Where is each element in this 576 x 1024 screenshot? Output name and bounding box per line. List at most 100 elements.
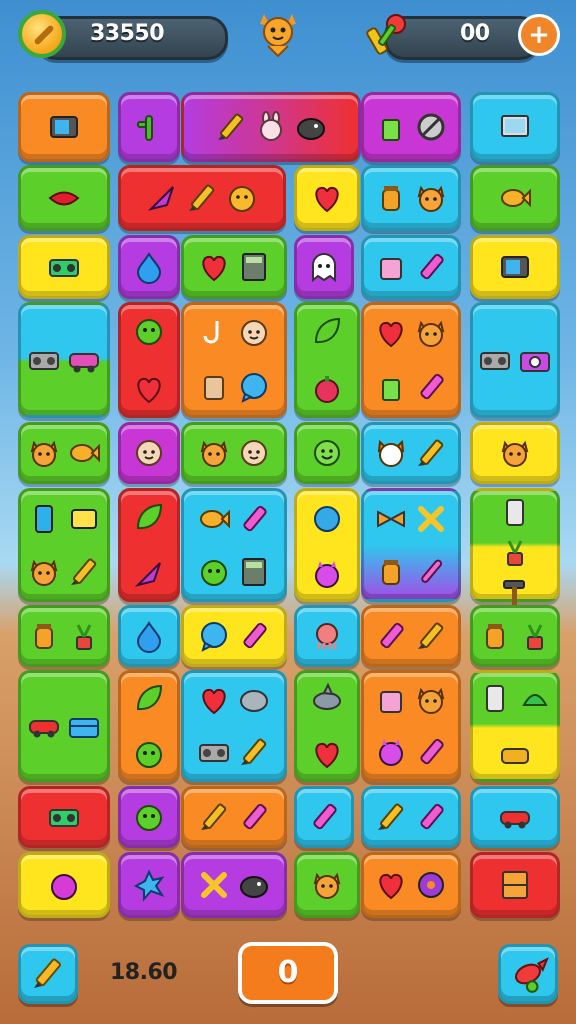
tile[interactable] [470, 422, 560, 484]
radio-icon [29, 352, 59, 370]
heart-icon [379, 873, 403, 900]
tile[interactable] [294, 488, 360, 602]
tile[interactable] [470, 488, 560, 643]
plant-icon [527, 624, 543, 650]
cat-icon [417, 320, 445, 347]
tile[interactable] [294, 235, 354, 299]
tile[interactable] [118, 235, 180, 299]
leaf-icon [136, 503, 163, 529]
tile[interactable] [118, 302, 180, 418]
jar-icon [486, 624, 504, 649]
tile[interactable] [118, 670, 180, 782]
tile[interactable] [118, 852, 180, 918]
add-keys-button[interactable]: + [518, 14, 560, 56]
pencil-icon [418, 439, 444, 466]
tile[interactable] [361, 488, 461, 602]
face-icon [136, 440, 162, 466]
leaf-icon [136, 684, 163, 711]
tile[interactable] [181, 852, 287, 918]
tile[interactable] [18, 852, 110, 918]
tile[interactable] [118, 422, 180, 484]
tv-icon [50, 116, 78, 138]
tile[interactable] [470, 670, 560, 782]
tile[interactable] [470, 852, 560, 918]
tile[interactable] [294, 852, 360, 918]
tile[interactable] [18, 488, 110, 602]
tile[interactable] [18, 235, 110, 299]
tile[interactable] [118, 605, 180, 667]
tile[interactable] [181, 605, 287, 667]
tile[interactable] [361, 235, 461, 299]
box-icon [380, 691, 402, 713]
crayon-icon [420, 373, 444, 400]
tile[interactable] [181, 235, 287, 299]
tile[interactable] [470, 235, 560, 299]
heart-icon [202, 688, 226, 715]
apple-icon [51, 874, 77, 900]
calculator-icon [242, 557, 266, 586]
crayon-icon [243, 803, 267, 830]
frog-icon [201, 559, 227, 586]
tile[interactable] [470, 92, 560, 162]
tile[interactable] [361, 786, 461, 848]
cat-icon [501, 440, 529, 467]
lips-icon [48, 191, 80, 206]
tile[interactable] [361, 92, 461, 162]
tile[interactable] [181, 302, 287, 418]
shark-icon [313, 682, 341, 710]
tile[interactable] [118, 488, 180, 602]
boombox-icon [49, 809, 79, 827]
x-icon [201, 872, 227, 898]
coin-count: 33550 [90, 21, 165, 46]
pencil-tool-button[interactable] [18, 944, 78, 1004]
tile[interactable] [181, 92, 361, 162]
tile[interactable] [18, 670, 110, 782]
boombox-icon [49, 259, 79, 277]
tile[interactable] [118, 92, 180, 162]
tile[interactable] [470, 302, 560, 418]
crayon-icon [313, 803, 337, 830]
tile[interactable] [181, 422, 287, 484]
move-counter[interactable]: 0 [238, 942, 338, 1004]
pencil-icon [418, 622, 444, 649]
tile[interactable] [361, 605, 461, 667]
tile[interactable] [361, 422, 461, 484]
tile[interactable] [361, 302, 461, 418]
tile[interactable] [18, 302, 110, 418]
tile[interactable] [294, 422, 360, 484]
tile[interactable] [181, 670, 287, 782]
tile[interactable] [18, 605, 110, 667]
tile[interactable] [361, 670, 461, 782]
bird-powerup-button[interactable] [498, 944, 558, 1004]
phone-icon [35, 504, 53, 533]
tile[interactable] [361, 165, 461, 231]
tile[interactable] [294, 670, 360, 782]
key-count: 00 [460, 21, 490, 46]
tile[interactable] [18, 92, 110, 162]
tile[interactable] [470, 165, 560, 231]
tile[interactable] [361, 852, 461, 918]
tile[interactable] [470, 605, 560, 667]
tile[interactable] [118, 786, 180, 848]
tile[interactable] [18, 165, 110, 231]
tile[interactable] [118, 165, 286, 231]
feather-icon [147, 186, 174, 211]
tile[interactable] [294, 786, 354, 848]
tile[interactable] [294, 302, 360, 418]
tile[interactable] [470, 786, 560, 848]
radio-icon [480, 352, 510, 370]
plant-icon [507, 540, 523, 566]
van-icon [69, 353, 99, 373]
cat-icon [200, 440, 228, 467]
tile[interactable] [18, 786, 110, 848]
tile[interactable] [181, 786, 287, 848]
crayon-icon [420, 738, 444, 765]
tile[interactable] [294, 165, 360, 231]
donut-icon [418, 872, 444, 898]
tile[interactable] [181, 488, 287, 602]
tile[interactable] [294, 605, 360, 667]
frog-icon [136, 805, 162, 831]
drop-icon [136, 621, 162, 653]
tile[interactable] [18, 422, 110, 484]
monitor-icon [501, 115, 529, 137]
